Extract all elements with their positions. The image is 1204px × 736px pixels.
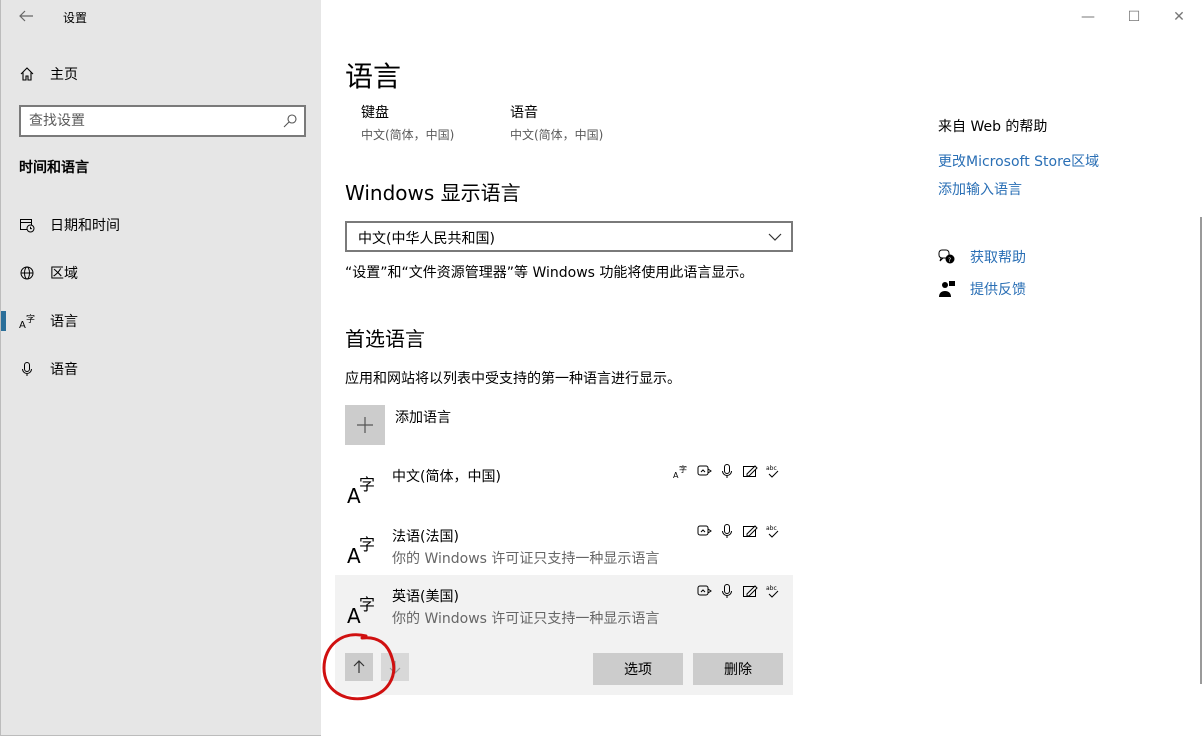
home-icon xyxy=(20,67,34,81)
spellcheck-icon: abc xyxy=(766,465,779,478)
language-features: A字 abc xyxy=(673,463,781,479)
text-to-speech-icon xyxy=(697,585,712,596)
arrow-up-icon xyxy=(353,660,365,673)
language-item[interactable]: A字 中文(简体，中国) A字 abc xyxy=(335,457,793,517)
help-title: 来自 Web 的帮助 xyxy=(938,119,1048,135)
add-language-button[interactable]: 添加语言 xyxy=(345,405,545,445)
sidebar-item-date-time[interactable]: 日期和时间 xyxy=(1,205,321,245)
close-button[interactable]: ✕ xyxy=(1168,6,1190,28)
feedback-link[interactable]: 提供反馈 xyxy=(970,279,1026,299)
chat-help-icon: ? xyxy=(938,249,955,264)
microphone-icon xyxy=(722,524,732,538)
sidebar-item-label: 日期和时间 xyxy=(50,218,120,234)
microphone-icon xyxy=(722,584,732,598)
svg-text:A: A xyxy=(19,320,26,329)
language-item[interactable]: A字 法语(法国) 你的 Windows 许可证只支持一种显示语言 abc xyxy=(335,517,793,577)
sidebar-item-region[interactable]: 区域 xyxy=(1,253,321,293)
calendar-clock-icon xyxy=(20,219,35,233)
dropdown-value: 中文(中华人民共和国) xyxy=(358,231,495,247)
svg-text:字: 字 xyxy=(679,464,687,474)
feature-title: 语音 xyxy=(510,105,538,121)
svg-text:字: 字 xyxy=(359,595,375,614)
language-name: 法语(法国) xyxy=(392,529,459,545)
feature-subtitle: 中文(简体，中国) xyxy=(510,128,604,142)
language-icon: A字 xyxy=(347,475,375,505)
nav-home[interactable]: 主页 xyxy=(19,62,309,86)
globe-icon xyxy=(20,266,34,280)
sidebar-item-label: 语言 xyxy=(50,314,78,330)
language-features: abc xyxy=(696,583,781,599)
search-box[interactable] xyxy=(19,105,306,137)
preferred-languages-heading: 首选语言 xyxy=(345,327,425,351)
spellcheck-icon: abc xyxy=(766,585,779,598)
page-title: 语言 xyxy=(345,60,402,93)
display-language-dropdown[interactable]: 中文(中华人民共和国) xyxy=(345,221,793,252)
display-language-icon: A字 xyxy=(673,464,687,479)
language-name: 中文(简体，中国) xyxy=(392,469,501,485)
sidebar: 设置 主页 时间和语言 日期和时间 区域 A字 语言 语音 xyxy=(0,0,321,736)
search-icon[interactable] xyxy=(282,113,298,129)
maximize-button[interactable]: ☐ xyxy=(1123,6,1145,28)
options-button[interactable]: 选项 xyxy=(593,653,683,685)
sidebar-item-label: 语音 xyxy=(50,362,78,378)
main-content: — ☐ ✕ 语言 键盘 中文(简体，中国) 语音 中文(简体，中国) Windo… xyxy=(321,0,1204,736)
handwriting-icon xyxy=(743,585,758,597)
feedback-item[interactable]: 提供反馈 xyxy=(938,279,1026,299)
svg-text:字: 字 xyxy=(359,535,375,554)
plus-icon xyxy=(345,405,385,445)
svg-text:?: ? xyxy=(948,257,951,264)
preferred-languages-description: 应用和网站将以列表中受支持的第一种语言进行显示。 xyxy=(345,371,681,387)
back-arrow-icon[interactable] xyxy=(17,7,35,25)
spellcheck-icon: abc xyxy=(766,525,779,538)
sidebar-item-language[interactable]: A字 语言 xyxy=(1,301,321,341)
search-input[interactable] xyxy=(29,111,269,131)
feature-subtitle: 中文(简体，中国) xyxy=(361,128,455,142)
display-language-heading: Windows 显示语言 xyxy=(345,181,521,205)
microphone-icon xyxy=(722,464,732,478)
language-note: 你的 Windows 许可证只支持一种显示语言 xyxy=(392,551,660,567)
microphone-icon xyxy=(22,362,32,376)
handwriting-icon xyxy=(743,525,758,537)
display-language-description: “设置”和“文件资源管理器”等 Windows 功能将使用此语言显示。 xyxy=(345,265,754,281)
section-title: 时间和语言 xyxy=(19,160,89,176)
chevron-down-icon xyxy=(768,233,782,241)
minimize-button[interactable]: — xyxy=(1077,6,1099,28)
language-note: 你的 Windows 许可证只支持一种显示语言 xyxy=(392,611,660,627)
svg-text:字: 字 xyxy=(359,475,375,494)
svg-text:字: 字 xyxy=(26,313,35,325)
svg-text:abc: abc xyxy=(766,585,777,592)
language-icon: A字 xyxy=(19,313,35,329)
feature-title: 键盘 xyxy=(361,105,389,121)
feedback-icon xyxy=(939,281,955,297)
get-help-link[interactable]: 获取帮助 xyxy=(970,247,1026,267)
language-icon: A字 xyxy=(347,595,375,625)
add-language-label: 添加语言 xyxy=(395,410,451,426)
arrow-down-icon xyxy=(389,661,401,674)
app-title: 设置 xyxy=(63,11,88,25)
sidebar-item-speech[interactable]: 语音 xyxy=(1,349,321,389)
language-name: 英语(美国) xyxy=(392,589,459,605)
text-to-speech-icon xyxy=(697,465,712,476)
nav-home-label: 主页 xyxy=(50,67,78,83)
move-down-button[interactable] xyxy=(381,653,409,681)
link-change-store-region[interactable]: 更改Microsoft Store区域 xyxy=(938,151,1099,171)
link-add-input-language[interactable]: 添加输入语言 xyxy=(938,179,1022,199)
handwriting-icon xyxy=(743,465,758,477)
scrollbar[interactable] xyxy=(1200,217,1202,684)
sidebar-item-label: 区域 xyxy=(50,266,78,282)
get-help-item[interactable]: ? 获取帮助 xyxy=(938,247,1026,267)
text-to-speech-icon xyxy=(697,525,712,536)
language-features: abc xyxy=(696,523,781,539)
feature-keyboard: 键盘 中文(简体，中国) xyxy=(361,102,454,143)
remove-button[interactable]: 删除 xyxy=(693,653,783,685)
svg-text:abc: abc xyxy=(766,465,777,472)
language-icon: A字 xyxy=(347,535,375,565)
move-up-button[interactable] xyxy=(345,653,373,681)
feature-speech: 语音 中文(简体，中国) xyxy=(510,102,603,143)
svg-text:abc: abc xyxy=(766,525,777,532)
